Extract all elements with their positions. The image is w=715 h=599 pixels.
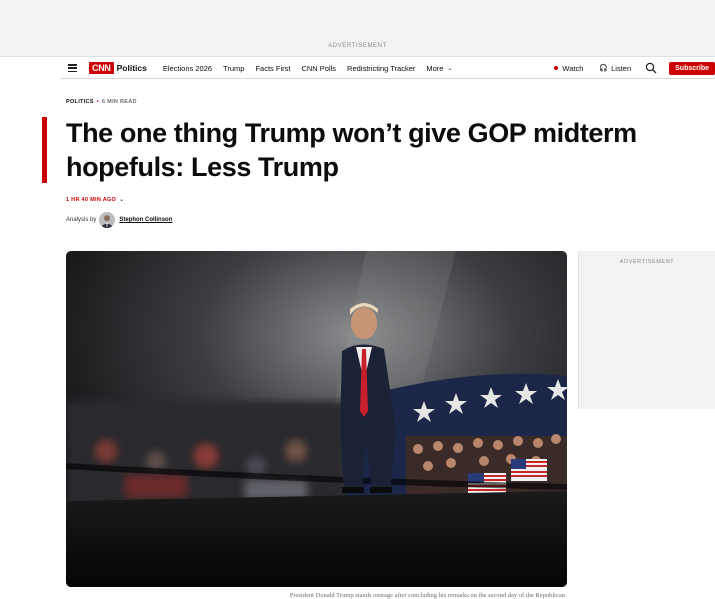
article-headline: The one thing Trump won’t give GOP midte…: [66, 118, 637, 182]
main-navigation: CNN Politics Elections 2026 Trump Facts …: [60, 58, 715, 79]
nav-actions: Watch 🎧 Listen Subscribe: [554, 58, 715, 78]
cnn-logo[interactable]: CNN: [89, 62, 114, 74]
author-avatar[interactable]: [99, 212, 116, 228]
sidebar-ad: ADVERTISEMENT: [578, 251, 715, 409]
nav-more-dropdown[interactable]: More ⌄: [426, 64, 452, 73]
headphones-icon: 🎧: [599, 65, 609, 72]
watch-button[interactable]: Watch: [554, 64, 583, 73]
kicker-separator: •: [96, 99, 99, 105]
subscribe-button[interactable]: Subscribe: [669, 61, 715, 75]
nav-link-redistricting-tracker[interactable]: Redistricting Tracker: [347, 64, 415, 73]
nav-link-cnn-polls[interactable]: CNN Polls: [301, 64, 336, 73]
author-link[interactable]: Stephon Collinson: [119, 217, 172, 223]
headline-accent-bar: [42, 117, 47, 183]
chevron-down-icon: ⌄: [119, 197, 125, 203]
nav-link-elections[interactable]: Elections 2026: [163, 64, 212, 73]
byline-prefix: Analysis by: [66, 217, 97, 223]
timestamp-label: 1 HR 40 MIN AGO: [66, 196, 117, 203]
live-dot-icon: [554, 66, 559, 70]
timestamp-toggle[interactable]: 1 HR 40 MIN AGO ⌄: [66, 196, 125, 204]
nav-more-label: More: [426, 63, 444, 73]
section-name[interactable]: Politics: [117, 63, 147, 73]
image-caption: President Donald Trump stands onstage af…: [289, 592, 565, 599]
ad-label: ADVERTISEMENT: [328, 43, 387, 49]
watch-label: Watch: [562, 63, 584, 73]
article-kicker: POLITICS • 6 MIN READ: [66, 99, 137, 105]
nav-links: Elections 2026 Trump Facts First CNN Pol…: [163, 64, 427, 73]
nav-link-facts-first[interactable]: Facts First: [255, 64, 290, 73]
hamburger-menu-icon[interactable]: [68, 64, 77, 72]
listen-button[interactable]: 🎧 Listen: [599, 64, 631, 73]
search-icon[interactable]: [645, 62, 657, 74]
listen-label: Listen: [611, 63, 632, 73]
read-time: 6 MIN READ: [102, 99, 137, 105]
chevron-down-icon: ⌄: [447, 65, 453, 72]
hero-image[interactable]: [66, 251, 567, 587]
kicker-section[interactable]: POLITICS: [66, 99, 94, 105]
nav-link-trump[interactable]: Trump: [223, 64, 244, 73]
ad-label: ADVERTISEMENT: [619, 259, 675, 265]
top-ad-banner: ADVERTISEMENT: [0, 0, 715, 57]
byline: Analysis by Stephon Collinson: [66, 212, 172, 228]
